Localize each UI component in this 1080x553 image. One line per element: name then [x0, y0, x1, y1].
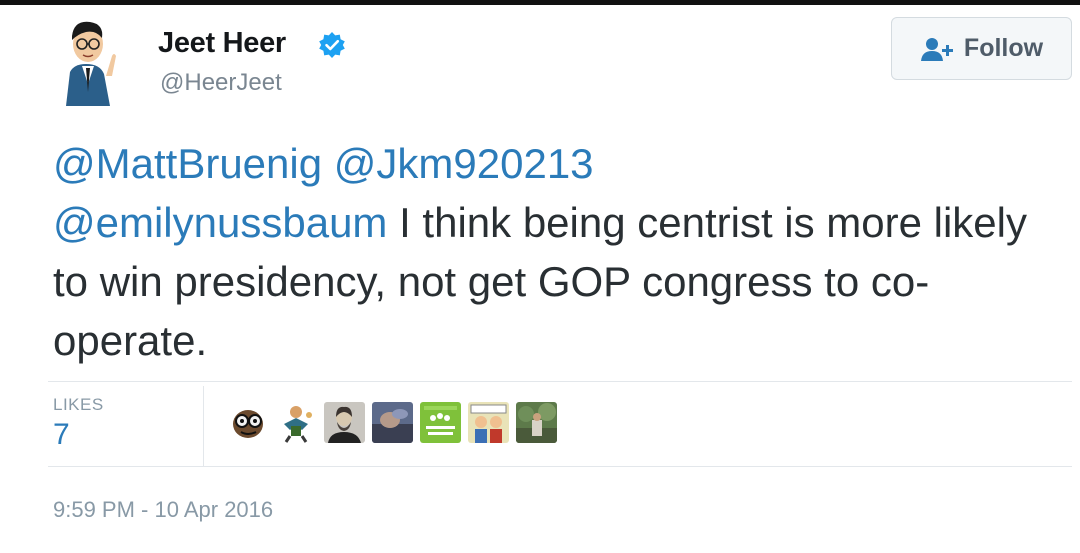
cartoon-man-avatar-icon — [66, 21, 116, 106]
follow-button[interactable]: Follow — [891, 17, 1072, 80]
top-border — [0, 0, 1080, 5]
follow-button-label: Follow — [963, 34, 1044, 62]
mention-link-jkm920213[interactable]: @Jkm920213 — [334, 140, 594, 187]
liker-avatar-7[interactable] — [516, 402, 557, 443]
likes-label: LIKES — [53, 395, 104, 414]
author-handle[interactable]: @HeerJeet — [160, 69, 282, 97]
liker-avatar-2[interactable] — [276, 402, 317, 443]
cartoon-glasses-avatar-icon — [228, 402, 269, 443]
liker-avatar-4[interactable] — [372, 402, 413, 443]
green-logo-avatar-icon — [420, 402, 461, 443]
likes-count[interactable]: 7 — [53, 418, 104, 452]
stats-bottom-divider — [48, 466, 1072, 467]
likers-list — [228, 402, 557, 443]
stats-separator — [203, 386, 204, 466]
liker-avatar-5[interactable] — [420, 402, 461, 443]
liker-avatar-1[interactable] — [228, 402, 269, 443]
likes-stat[interactable]: LIKES 7 — [53, 395, 104, 452]
bearded-man-photo-avatar-icon — [324, 402, 365, 443]
tweet-text: @MattBruenig @Jkm920213 @emilynussbaum I… — [53, 134, 1063, 370]
author-avatar[interactable] — [52, 14, 124, 106]
add-user-icon — [920, 36, 954, 62]
tweet-timestamp[interactable]: 9:59 PM - 10 Apr 2016 — [53, 497, 273, 523]
mention-link-emilynussbaum[interactable]: @emilynussbaum — [53, 199, 387, 246]
mention-link-mattbruenig[interactable]: @MattBruenig — [53, 140, 322, 187]
blurred-photo-avatar-icon — [372, 402, 413, 443]
outdoor-photo-avatar-icon — [516, 402, 557, 443]
author-display-name[interactable]: Jeet Heer — [158, 27, 286, 60]
liker-avatar-3[interactable] — [324, 402, 365, 443]
verified-badge-icon — [318, 31, 346, 59]
comic-panel-avatar-icon — [468, 402, 509, 443]
stats-top-divider — [48, 381, 1072, 382]
cartoon-figure-avatar-icon — [276, 402, 317, 443]
liker-avatar-6[interactable] — [468, 402, 509, 443]
